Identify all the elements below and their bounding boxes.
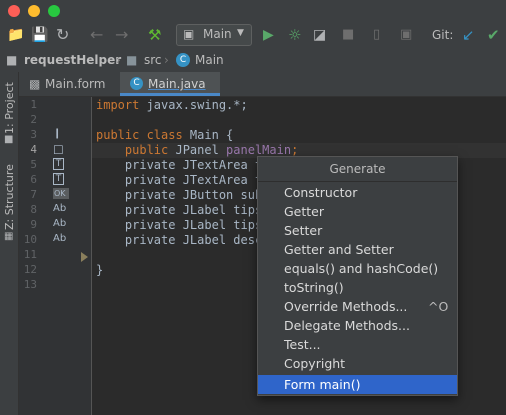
line-number: 9 [30, 218, 37, 231]
editor-tabs: ▩ Main.form C Main.java [19, 72, 506, 97]
source-folder-icon: ■ [126, 53, 138, 67]
save-icon[interactable]: 💾 [31, 22, 48, 48]
code-line-5: private JTextArea t [96, 158, 263, 172]
breadcrumb-folder[interactable]: src [144, 48, 162, 72]
config-icon: ▣ [183, 27, 195, 41]
line-number: 10 [23, 233, 37, 246]
structure-icon: ▦ [4, 231, 14, 242]
menu-item-test[interactable]: Test... [258, 335, 457, 354]
run-configuration-select[interactable]: ▣ Main ▼ [176, 24, 252, 46]
shortcut-label: ^O [428, 299, 449, 314]
breadcrumb-separator-icon: › [164, 53, 169, 67]
menu-item-form-main[interactable]: Form main() [258, 375, 457, 394]
run-icon[interactable]: ▶ [263, 22, 274, 48]
stop-icon[interactable]: ■ [342, 22, 354, 48]
run-config-label: Main [203, 27, 232, 41]
git-label: Git: [432, 28, 454, 42]
device-icon[interactable]: ▯ [373, 22, 380, 48]
line-number: 8 [30, 203, 37, 216]
line-number: 2 [30, 113, 37, 126]
left-tool-strip: 1: Project ■ Z: Structure ▦ [0, 72, 19, 415]
open-folder-icon[interactable]: 📁 [7, 22, 24, 48]
layout-icon[interactable]: ▣ [400, 22, 412, 48]
git-commit-check-icon[interactable]: ✔ [487, 22, 500, 48]
label-component-icon[interactable]: Ab [53, 203, 67, 214]
menu-item-setter[interactable]: Setter [258, 221, 457, 240]
coverage-icon[interactable]: ◪ [313, 22, 326, 48]
textarea-component-icon[interactable]: T [53, 173, 64, 185]
code-line-9: private JLabel tips [96, 218, 263, 232]
textarea-component-icon[interactable]: T [53, 158, 64, 170]
breadcrumb-separator-icon: › [116, 53, 121, 67]
code-line-7: private JButton sub [96, 188, 263, 202]
sync-icon[interactable]: ↻ [56, 22, 69, 48]
folder-icon: ■ [6, 53, 18, 67]
class-icon: C [176, 53, 190, 67]
code-line-3: public class Main { [96, 128, 234, 142]
generate-popup-menu: Generate Constructor Getter Setter Gette… [257, 156, 458, 396]
panel-component-icon[interactable]: ❙ [53, 128, 67, 139]
chevron-down-icon: ▼ [237, 28, 244, 38]
debug-bug-icon[interactable]: ☼ [288, 22, 301, 48]
code-line-6: private JTextArea t [96, 173, 263, 187]
line-number: 1 [30, 98, 37, 111]
menu-item-constructor[interactable]: Constructor [258, 183, 457, 202]
zoom-window-button[interactable] [48, 5, 60, 17]
forward-arrow-icon[interactable]: → [115, 22, 128, 48]
menu-item-getter-and-setter[interactable]: Getter and Setter [258, 240, 457, 259]
menu-item-getter[interactable]: Getter [258, 202, 457, 221]
label-component-icon[interactable]: Ab [53, 233, 67, 244]
code-line-1: import javax.swing.*; [96, 98, 248, 112]
class-icon: C [130, 77, 143, 90]
form-file-icon: ▩ [29, 77, 41, 91]
main-toolbar: 📁 💾 ↻ ← → ⚒ ▣ Main ▼ ▶ ☼ ◪ ■ ▯ ▣ Git: ↙ … [0, 22, 506, 49]
title-bar [0, 0, 506, 22]
breadcrumb-project[interactable]: requestHelper [24, 48, 121, 72]
project-folder-icon: ■ [4, 134, 14, 145]
editor-gutter: 1 2 3 4 5 6 7 8 9 10 11 12 13 ❙ ☐ T T OK… [19, 97, 92, 415]
tab-label: Main.java [148, 77, 206, 91]
label-component-icon[interactable]: Ab [53, 218, 67, 229]
menu-item-equals-hashcode[interactable]: equals() and hashCode() [258, 259, 457, 278]
line-number: 12 [23, 263, 37, 276]
close-window-button[interactable] [8, 5, 20, 17]
line-number: 4 [30, 143, 37, 156]
line-number: 11 [23, 248, 37, 261]
button-component-icon[interactable]: OK [53, 188, 69, 199]
back-arrow-icon[interactable]: ← [90, 22, 103, 48]
breadcrumb-class[interactable]: Main [195, 48, 224, 72]
line-number: 13 [23, 278, 37, 291]
code-line-12: } [96, 263, 104, 277]
popup-title: Generate [258, 157, 457, 182]
navigation-bar: ■ requestHelper › ■ src › C Main [0, 48, 506, 73]
panel-component-icon[interactable]: ☐ [53, 143, 67, 157]
fold-marker-icon[interactable] [81, 252, 88, 262]
line-number: 3 [30, 128, 37, 141]
menu-item-override-methods[interactable]: Override Methods... ^O [258, 297, 457, 316]
tab-main-form[interactable]: ▩ Main.form [19, 72, 119, 96]
git-update-arrow-icon[interactable]: ↙ [462, 22, 475, 48]
line-number: 5 [30, 158, 37, 171]
project-tool-label: 1: Project [3, 82, 16, 134]
code-line-10: private JLabel desc [96, 233, 263, 247]
tab-label: Main.form [45, 77, 106, 91]
code-line-4: public JPanel panelMain; [96, 143, 299, 157]
tab-main-java[interactable]: C Main.java [120, 72, 220, 96]
menu-item-tostring[interactable]: toString() [258, 278, 457, 297]
code-line-8: private JLabel tips [96, 203, 263, 217]
structure-tool-label: Z: Structure [3, 164, 16, 230]
minimize-window-button[interactable] [28, 5, 40, 17]
line-number: 6 [30, 173, 37, 186]
line-number: 7 [30, 188, 37, 201]
menu-item-copyright[interactable]: Copyright [258, 354, 457, 373]
menu-item-delegate-methods[interactable]: Delegate Methods... [258, 316, 457, 335]
build-hammer-icon[interactable]: ⚒ [148, 22, 161, 48]
